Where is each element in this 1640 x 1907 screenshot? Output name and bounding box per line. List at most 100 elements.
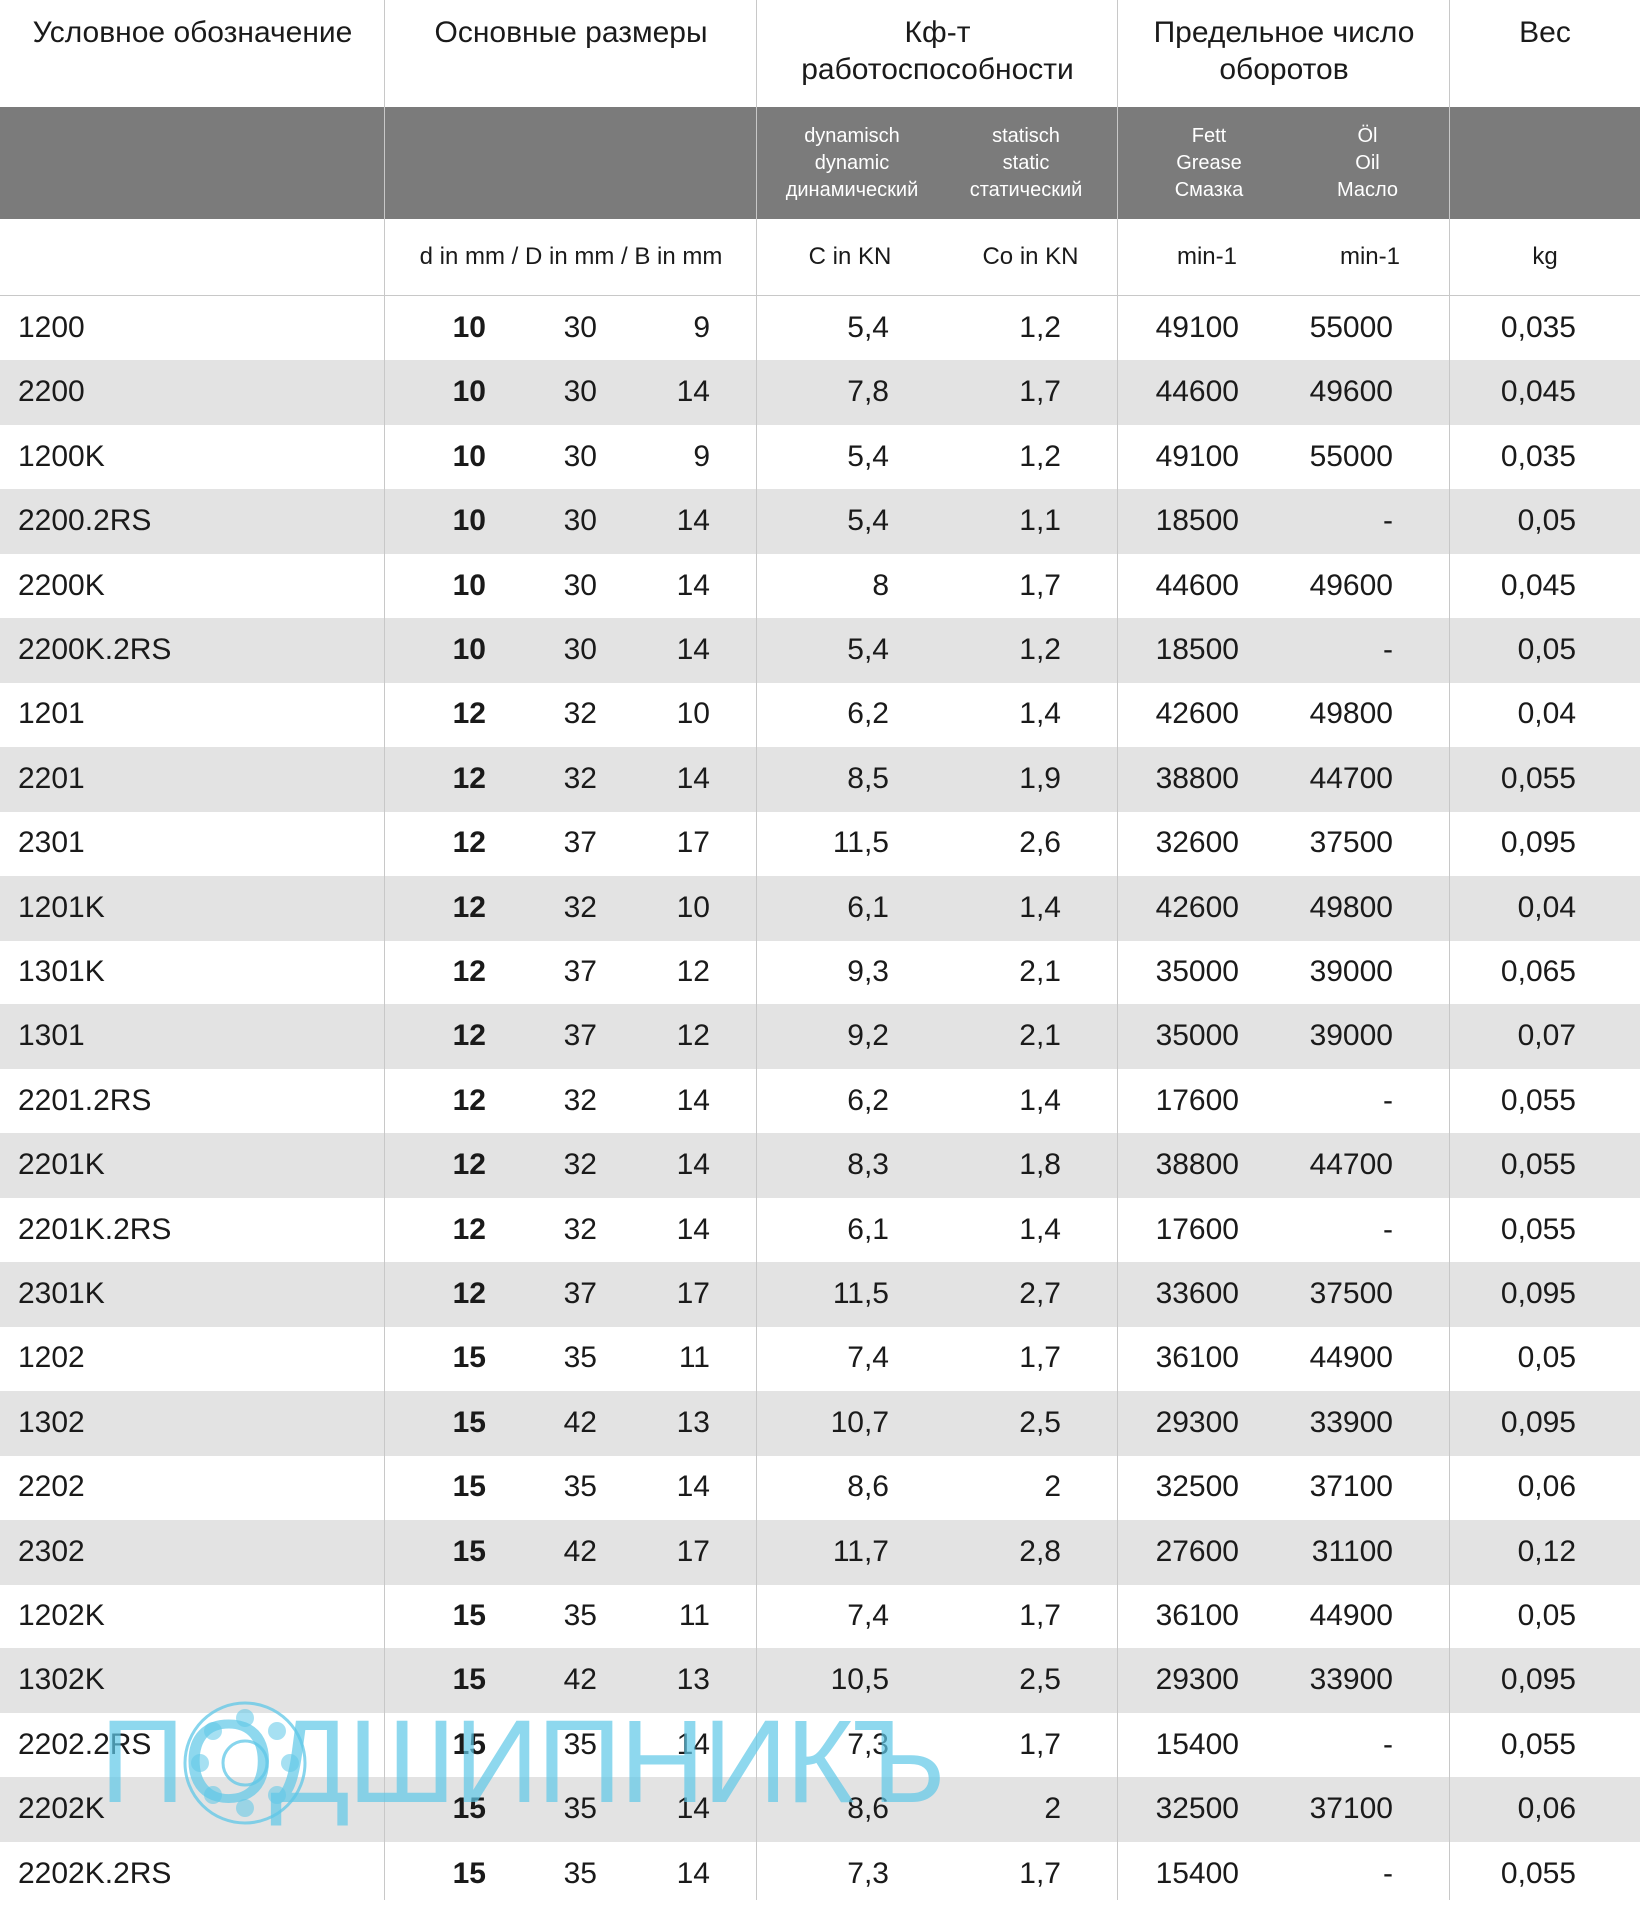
cell-C: 7,4: [847, 1341, 889, 1375]
cell-Co: 2,5: [1019, 1405, 1061, 1439]
cell-grease: 36100: [1155, 1341, 1239, 1375]
cell-B: 17: [676, 1277, 710, 1310]
header-static-en: static: [1002, 152, 1050, 174]
cell-B: 17: [676, 1534, 710, 1568]
units-weight: kg: [1532, 243, 1558, 270]
cell-grease: 38800: [1155, 761, 1239, 795]
cell-oil: -: [1383, 1727, 1393, 1761]
cell-designation: 2200: [18, 375, 85, 409]
cell-B: 9: [693, 311, 710, 344]
cell-B: 11: [678, 1599, 710, 1632]
cell-C: 7,4: [847, 1599, 889, 1632]
cell-grease: 15400: [1155, 1727, 1239, 1761]
cell-weight: 0,055: [1500, 1856, 1576, 1890]
table-row: 2202K.2RS 15 35 14 7,3 1,7 15400 - 0,055: [0, 1842, 1640, 1907]
cell-D: 30: [563, 311, 597, 344]
cell-D: 32: [563, 1083, 597, 1117]
cell-designation: 1202K: [18, 1599, 105, 1632]
table-row: 1302 15 42 13 10,7 2,5 29300 33900 0,095: [0, 1390, 1640, 1456]
cell-d: 12: [452, 1083, 486, 1117]
cell-oil: -: [1383, 1212, 1393, 1246]
cell-grease: 49100: [1155, 439, 1239, 473]
cell-d: 10: [452, 439, 486, 473]
cell-grease: 49100: [1155, 311, 1239, 344]
divider-2: [756, 0, 757, 1900]
cell-B: 10: [676, 697, 710, 731]
header-capacity-line1: Кф-т: [904, 16, 971, 49]
cell-C: 8: [872, 568, 889, 602]
cell-designation: 2202: [18, 1470, 85, 1504]
units-c: C in KN: [808, 243, 892, 270]
cell-weight: 0,04: [1517, 697, 1576, 731]
header-dimensions: Основные размеры: [434, 16, 708, 49]
cell-d: 10: [452, 504, 486, 538]
cell-B: 14: [676, 1148, 710, 1182]
cell-d: 10: [452, 633, 486, 666]
table-row: 1301 12 37 12 9,2 2,1 35000 39000 0,07: [0, 1004, 1640, 1070]
cell-B: 10: [676, 890, 710, 924]
cell-designation: 1200K: [18, 439, 105, 473]
cell-D: 32: [563, 697, 597, 731]
cell-Co: 2,1: [1019, 1019, 1061, 1053]
cell-D: 37: [563, 826, 597, 860]
cell-B: 14: [676, 761, 710, 795]
cell-Co: 1,7: [1019, 375, 1061, 409]
cell-oil: -: [1383, 1083, 1393, 1117]
header-dynamic-en: dynamic: [814, 152, 890, 174]
cell-oil: 31100: [1311, 1534, 1393, 1568]
cell-grease: 17600: [1155, 1212, 1239, 1246]
cell-D: 35: [563, 1599, 597, 1632]
units-grease: min-1: [1176, 243, 1237, 270]
units-oil: min-1: [1339, 243, 1400, 270]
cell-D: 35: [563, 1856, 597, 1890]
cell-d: 15: [452, 1856, 486, 1890]
cell-grease: 38800: [1155, 1148, 1239, 1182]
cell-designation: 2301: [18, 826, 85, 860]
cell-d: 12: [452, 1019, 486, 1053]
cell-D: 35: [563, 1341, 597, 1375]
cell-weight: 0,055: [1500, 761, 1576, 795]
cell-weight: 0,05: [1517, 633, 1576, 666]
cell-Co: 1,9: [1019, 761, 1061, 795]
cell-C: 5,4: [847, 633, 889, 666]
cell-Co: 2,8: [1019, 1534, 1061, 1568]
cell-weight: 0,05: [1517, 1599, 1576, 1632]
cell-Co: 1,4: [1019, 1083, 1061, 1117]
cell-designation: 1201K: [18, 890, 105, 924]
cell-D: 32: [563, 1148, 597, 1182]
cell-C: 8,3: [847, 1148, 889, 1182]
cell-designation: 1302: [18, 1405, 85, 1439]
bearing-table: Условное обозначение Основные размеры Кф…: [0, 0, 1640, 1900]
cell-D: 37: [563, 1019, 597, 1053]
cell-D: 30: [563, 633, 597, 666]
cell-oil: 49600: [1309, 568, 1393, 602]
cell-grease: 32500: [1155, 1792, 1239, 1826]
cell-B: 11: [678, 1341, 710, 1375]
cell-C: 8,6: [847, 1470, 889, 1504]
cell-d: 12: [452, 890, 486, 924]
cell-Co: 1,4: [1019, 890, 1061, 924]
cell-d: 12: [452, 761, 486, 795]
table-row: 2202 15 35 14 8,6 2 32500 37100 0,06: [0, 1455, 1640, 1520]
cell-designation: 1201: [18, 697, 85, 731]
cell-weight: 0,05: [1517, 1341, 1576, 1375]
cell-oil: 33900: [1309, 1405, 1393, 1439]
cell-B: 17: [676, 826, 710, 860]
cell-weight: 0,095: [1500, 1405, 1576, 1439]
cell-oil: 39000: [1309, 1019, 1393, 1053]
cell-Co: 1,2: [1019, 311, 1061, 344]
cell-Co: 2: [1044, 1470, 1061, 1504]
cell-weight: 0,04: [1517, 890, 1576, 924]
header-static-de: statisch: [992, 125, 1060, 147]
header-grease-ru: Смазка: [1174, 179, 1244, 201]
cell-Co: 1,7: [1019, 1599, 1061, 1632]
header-dynamic-ru: динамический: [785, 179, 919, 201]
cell-designation: 2302: [18, 1534, 85, 1568]
cell-grease: 18500: [1155, 504, 1239, 538]
cell-Co: 2,1: [1019, 955, 1061, 988]
cell-C: 7,3: [847, 1856, 889, 1890]
cell-weight: 0,055: [1500, 1212, 1576, 1246]
cell-designation: 1200: [18, 311, 85, 344]
cell-weight: 0,035: [1500, 311, 1576, 344]
cell-C: 11,5: [832, 826, 889, 860]
